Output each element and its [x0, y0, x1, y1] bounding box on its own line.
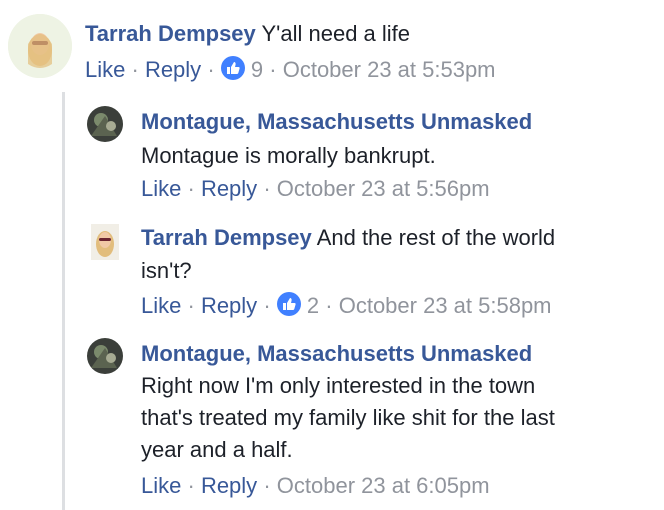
comment-text-line2: that's treated my family like shit for t…: [141, 405, 555, 430]
comment-author[interactable]: Montague, Massachusetts Unmasked: [141, 106, 532, 138]
reply-thread-line: [62, 92, 65, 510]
reply-link[interactable]: Reply: [201, 473, 257, 498]
comment-text: Montague is morally bankrupt.: [141, 143, 436, 168]
comment-text: Y'all need a life: [261, 21, 411, 46]
like-link[interactable]: Like: [85, 57, 125, 82]
comment-author[interactable]: Tarrah Dempsey: [141, 225, 312, 250]
reply-link[interactable]: Reply: [201, 176, 257, 201]
thumbs-up-icon[interactable]: [220, 56, 245, 80]
comment-timestamp[interactable]: October 23 at 5:58pm: [339, 293, 552, 318]
avatar-tarrah-dempsey[interactable]: [91, 224, 119, 260]
avatar-montague-unmasked[interactable]: [87, 338, 123, 374]
comment-text-line1: And the rest of the world: [316, 225, 556, 250]
reply-link[interactable]: Reply: [201, 293, 257, 318]
comment-text-line1: Right now I'm only interested in the tow…: [141, 373, 536, 398]
comment-text-line3: year and a half.: [141, 437, 293, 462]
avatar-montague-unmasked[interactable]: [87, 106, 123, 142]
like-link[interactable]: Like: [141, 473, 181, 498]
comment-author[interactable]: Tarrah Dempsey: [85, 21, 256, 46]
thumbs-up-icon[interactable]: [276, 292, 301, 316]
reaction-count[interactable]: 2: [307, 293, 319, 318]
reaction-count[interactable]: 9: [251, 57, 263, 82]
comment-timestamp[interactable]: October 23 at 6:05pm: [277, 473, 490, 498]
like-link[interactable]: Like: [141, 176, 181, 201]
comment-timestamp[interactable]: October 23 at 5:56pm: [277, 176, 490, 201]
comment-text-line2: isn't?: [141, 258, 192, 283]
comment-author[interactable]: Montague, Massachusetts Unmasked: [141, 338, 532, 370]
like-link[interactable]: Like: [141, 293, 181, 318]
reply-link[interactable]: Reply: [145, 57, 201, 82]
comment-timestamp[interactable]: October 23 at 5:53pm: [283, 57, 496, 82]
avatar-tarrah-dempsey[interactable]: [8, 14, 72, 78]
